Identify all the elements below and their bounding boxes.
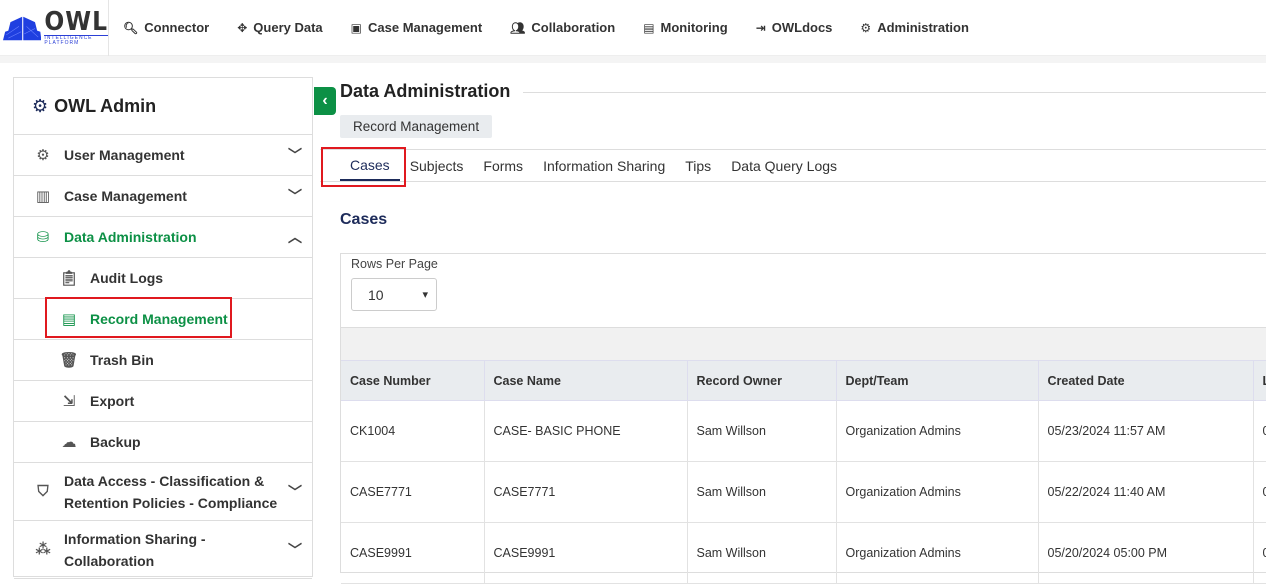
document-icon: ⇥ — [755, 20, 766, 35]
collapse-sidebar-button[interactable]: ‹ — [314, 87, 336, 115]
table-cell: 0 — [1253, 400, 1266, 462]
page-title: Data Administration — [340, 81, 511, 101]
sidebar-item-user-management[interactable]: ⚙ User Management ﹀ — [14, 135, 312, 176]
record-tabs: Cases Subjects Forms Information Sharing… — [320, 149, 1266, 182]
table-cell: Sam Willson — [687, 522, 837, 584]
table-cell: CASE7771 — [341, 461, 485, 523]
column-header[interactable]: Created Date — [1038, 360, 1254, 401]
owl-logo[interactable]: OWL INTELLIGENCE PLATFORM — [0, 0, 109, 56]
tab-forms[interactable]: Forms — [483, 150, 523, 181]
cases-table-card: Rows Per Page 10 ▾ Case Number Case Name Re… — [340, 253, 1266, 584]
rows-per-page-label: Rows Per Page — [351, 257, 438, 271]
highlight-box-record-management — [45, 297, 232, 338]
chevron-down-icon: ▾ — [422, 289, 428, 301]
chevron-down-icon: ﹀ — [288, 188, 302, 204]
nav-collaboration[interactable]: 👥︎ Collaboration — [510, 20, 615, 35]
table-cell: Sam Willson — [687, 400, 837, 462]
cases-table: Case Number Case Name Record Owner Dept/Tea… — [341, 360, 1266, 584]
sidebar-item-export[interactable]: ⇲ Export — [14, 381, 312, 422]
table-cell: 0 — [1253, 522, 1266, 584]
section-title: Cases — [340, 211, 388, 228]
tab-information-sharing[interactable]: Information Sharing — [543, 150, 665, 181]
column-header[interactable]: Case Name — [484, 360, 688, 401]
tab-tips[interactable]: Tips — [685, 150, 711, 181]
column-header[interactable]: L — [1253, 360, 1266, 401]
nav-owldocs[interactable]: ⇥ OWLdocs — [756, 20, 833, 35]
database-icon: ⛁ — [36, 229, 50, 246]
sidebar-item-information-sharing[interactable]: ⁂ Information Sharing - Collaboration ﹀ — [14, 521, 312, 579]
cloud-upload-icon: ☁ — [61, 434, 77, 451]
header-divider — [0, 56, 1266, 63]
move-icon: ✥ — [237, 20, 248, 35]
sidebar-title: ⚙ OWL Admin — [14, 78, 312, 135]
highlight-box-cases-tab — [321, 147, 406, 187]
clipboard-list-icon: 📋︎ — [59, 270, 79, 287]
nav-query-data[interactable]: ✥ Query Data — [237, 20, 322, 35]
table-cell: 05/22/2024 11:40 AM — [1038, 461, 1254, 523]
chevron-down-icon: ﹀ — [288, 541, 302, 558]
table-cell: CASE7771 — [484, 461, 688, 523]
column-header[interactable]: Record Owner — [687, 360, 837, 401]
sidebar-item-data-administration[interactable]: ⛁ Data Administration ︿ — [14, 217, 312, 258]
nav-connector[interactable]: 🔍︎ Connector — [123, 20, 209, 35]
contact-book-icon: ▣ — [350, 20, 363, 35]
table-row[interactable]: CASE7771 CASE7771 Sam Willson Organization … — [341, 461, 1266, 523]
shield-check-icon: ⛉ — [37, 482, 49, 500]
trash-icon: 🗑︎ — [59, 352, 79, 369]
sidebar-item-data-access[interactable]: ⛉ Data Access - Classification & Retentio… — [14, 463, 312, 521]
books-icon: ▥ — [35, 188, 51, 205]
table-cell: CASE- BASIC PHONE — [484, 400, 688, 462]
table-row[interactable]: CASE9991 CASE9991 Sam Willson Organization … — [341, 522, 1266, 584]
nav-monitoring[interactable]: ▤ Monitoring — [643, 20, 728, 35]
sidebar-item-case-management[interactable]: ▥ Case Management ﹀ — [14, 176, 312, 217]
tab-subjects[interactable]: Subjects — [410, 150, 464, 181]
rows-per-page-select[interactable]: 10 ▾ — [351, 278, 437, 311]
search-icon: 🔍︎ — [123, 20, 139, 35]
sidebar-item-trash-bin[interactable]: 🗑︎ Trash Bin — [14, 340, 312, 381]
network-icon: ⁂ — [35, 540, 51, 558]
column-header[interactable]: Dept/Team — [836, 360, 1039, 401]
table-cell: Organization Admins — [836, 522, 1039, 584]
owl-logo-icon — [3, 16, 42, 40]
monitor-icon: ▤ — [643, 20, 655, 35]
users-cog-icon: ⚙ — [36, 147, 50, 164]
sidebar-item-backup[interactable]: ☁ Backup — [14, 422, 312, 463]
top-nav-bar: OWL INTELLIGENCE PLATFORM 🔍︎ Connector ✥ Qu… — [0, 0, 1266, 56]
table-cell: CASE9991 — [484, 522, 688, 584]
table-cell: 0 — [1253, 461, 1266, 523]
table-toolbar — [341, 327, 1266, 360]
table-cell: Organization Admins — [836, 400, 1039, 462]
nav-case-management[interactable]: ▣ Case Management — [351, 20, 483, 35]
title-divider — [523, 92, 1266, 93]
users-gear-icon: ⚙ — [32, 95, 49, 116]
nav-administration[interactable]: ⚙ Administration — [860, 20, 969, 35]
table-cell: Organization Admins — [836, 461, 1039, 523]
breadcrumb-chip: Record Management — [340, 115, 493, 138]
users-icon: 👥︎ — [510, 20, 526, 35]
table-cell: CK1004 — [341, 400, 485, 462]
table-row[interactable]: CK1004 CASE- BASIC PHONE Sam Willson Organi… — [341, 400, 1266, 462]
table-cell: 05/23/2024 11:57 AM — [1038, 400, 1254, 462]
table-cell: 05/20/2024 05:00 PM — [1038, 522, 1254, 584]
chevron-down-icon: ﹀ — [288, 147, 302, 163]
chevron-left-icon: ‹ — [322, 92, 328, 109]
table-cell: Sam Willson — [687, 461, 837, 523]
column-header[interactable]: Case Number — [341, 360, 485, 401]
users-gear-icon: ⚙ — [860, 20, 872, 35]
sidebar-item-audit-logs[interactable]: 📋︎ Audit Logs — [14, 258, 312, 299]
chevron-down-icon: ﹀ — [288, 483, 302, 500]
chevron-up-icon: ︿ — [288, 229, 302, 245]
table-cell: CASE9991 — [341, 522, 485, 584]
tab-data-query-logs[interactable]: Data Query Logs — [731, 150, 837, 181]
export-icon: ⇲ — [62, 393, 76, 410]
